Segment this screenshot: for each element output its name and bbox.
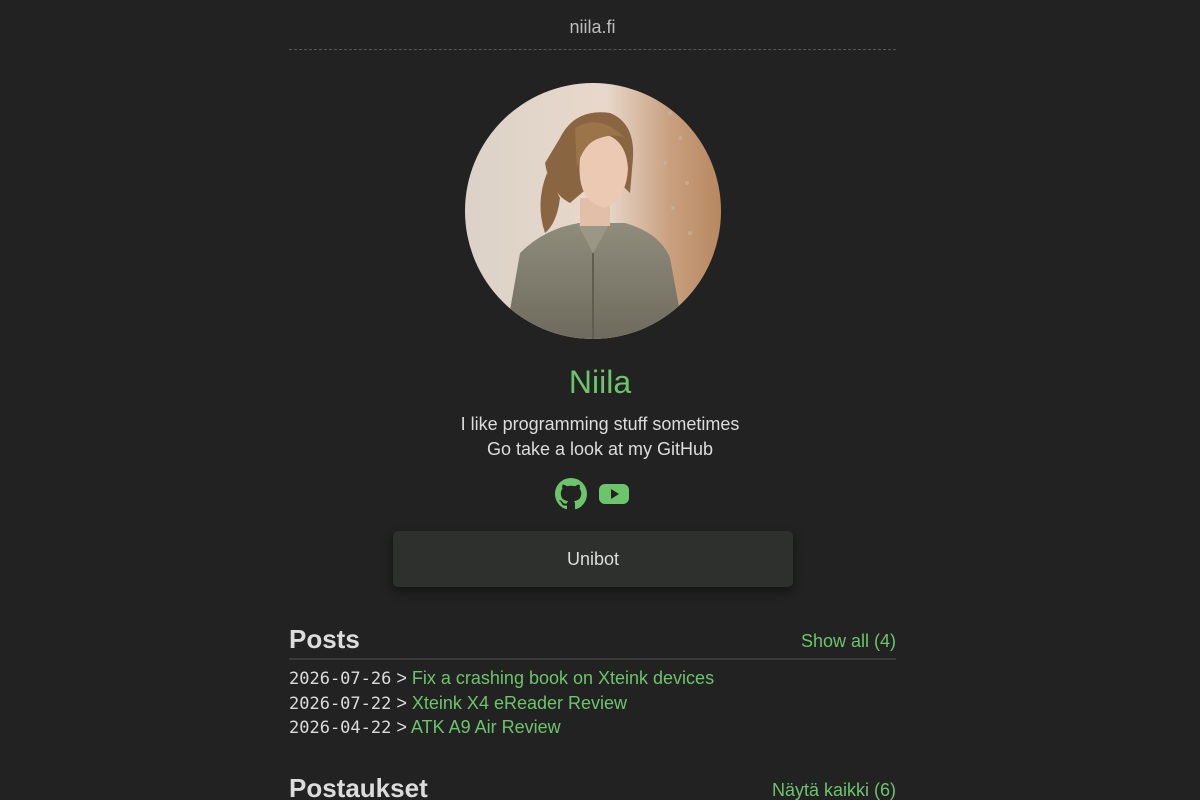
profile-name: Niila — [568, 364, 632, 400]
postaukset-show-all-link[interactable]: Näytä kaikki (6) — [772, 780, 896, 800]
bio-line-2: Go take a look at my GitHub — [486, 439, 714, 459]
post-separator: > — [396, 668, 407, 688]
post-separator: > — [396, 717, 407, 737]
post-link[interactable]: ATK A9 Air Review — [411, 717, 561, 737]
site-title-link[interactable]: niila.fi — [569, 17, 615, 38]
post-date: 2026-04-22 — [289, 718, 392, 738]
post-date: 2026-07-22 — [289, 693, 392, 714]
posts-section: Posts Show all (4) 2026-07-26 > Fix a cr… — [289, 622, 896, 740]
posts-show-all-link[interactable]: Show all (4) — [801, 631, 896, 652]
bio-line-1: I like programming stuff sometimes — [460, 414, 740, 434]
post-list: 2026-07-26 > Fix a crashing book on Xtei… — [289, 660, 896, 740]
post-link[interactable]: Fix a crashing book on Xteink devices — [412, 668, 714, 688]
youtube-icon — [599, 484, 629, 504]
github-link[interactable] — [555, 478, 587, 510]
postaukset-section: Postaukset Näytä kaikki (6) — [289, 771, 896, 800]
post-link[interactable]: Xteink X4 eReader Review — [412, 693, 627, 713]
postaukset-title: Postaukset — [289, 773, 428, 800]
post-date: 2026-07-26 — [289, 669, 392, 689]
top-bar: niila.fi — [289, 0, 896, 50]
profile-photo — [465, 83, 721, 339]
youtube-link[interactable] — [599, 482, 629, 506]
unibot-button[interactable]: Unibot — [393, 531, 793, 587]
github-icon — [555, 478, 587, 510]
page: niila.fi Niila I like programming stuff … — [0, 0, 1200, 800]
list-item: 2026-07-26 > Fix a crashing book on Xtei… — [289, 666, 896, 691]
post-separator: > — [396, 692, 407, 713]
postaukset-header: Postaukset Näytä kaikki (6) — [289, 771, 896, 800]
list-item: 2026-07-22 > Xteink X4 eReader Review — [289, 691, 896, 716]
social-links — [555, 478, 635, 510]
avatar — [465, 83, 721, 339]
list-item: 2026-04-22 > ATK A9 Air Review — [289, 715, 896, 740]
posts-header: Posts Show all (4) — [289, 622, 896, 660]
posts-title: Posts — [289, 624, 360, 654]
